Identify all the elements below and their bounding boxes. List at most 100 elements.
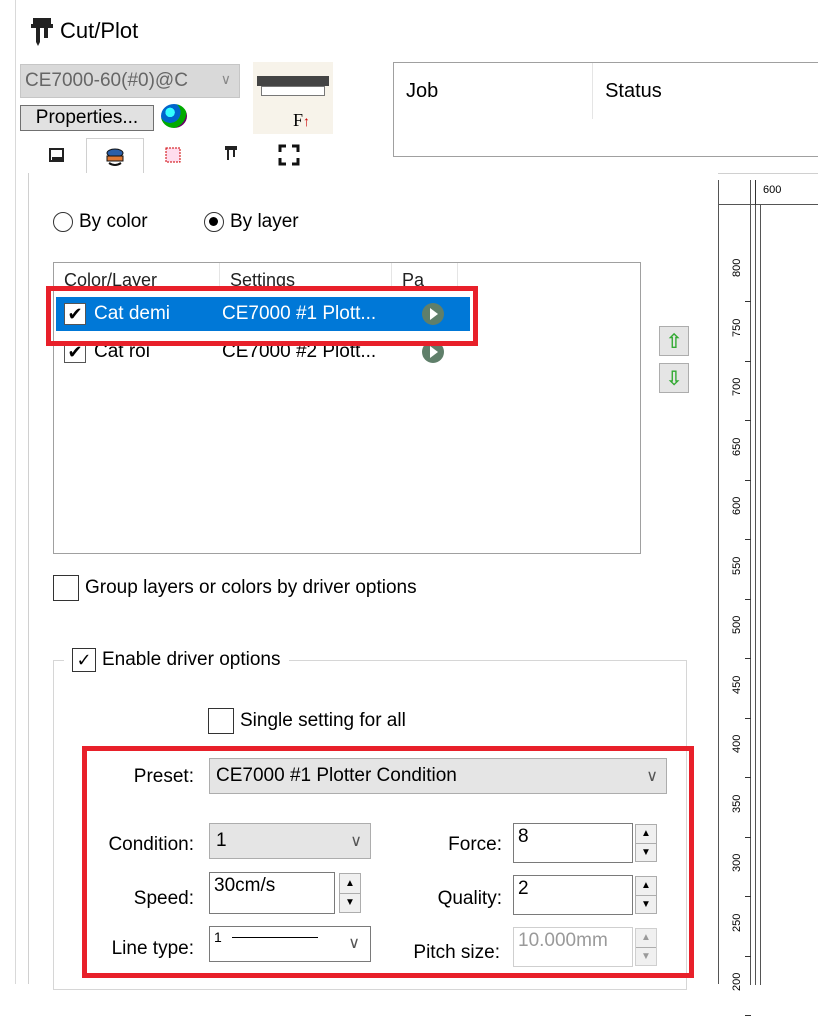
ruler-tick xyxy=(745,836,751,838)
spin-up-icon[interactable]: ▲ xyxy=(636,877,656,895)
speed-input[interactable]: 30cm/s xyxy=(209,872,335,914)
ruler-label: 700 xyxy=(731,377,743,396)
ruler-tick xyxy=(745,598,751,600)
properties-button[interactable]: Properties... xyxy=(20,105,154,131)
device-select-value: CE7000-60(#0)@C xyxy=(25,70,188,91)
preset-label: Preset: xyxy=(133,766,194,787)
left-window-edge xyxy=(0,0,16,984)
by-layer-option[interactable]: By layer xyxy=(204,208,299,236)
ruler-tick xyxy=(745,896,751,897)
chevron-down-icon: ∨ xyxy=(220,71,231,87)
group-layers-checkbox[interactable] xyxy=(53,575,79,601)
horizontal-ruler: 600 xyxy=(751,180,818,205)
force-stepper[interactable]: ▲ ▼ xyxy=(635,824,657,862)
pitch-size-stepper[interactable]: ▲ ▼ xyxy=(635,928,657,966)
ruler-top-label: 600 xyxy=(763,184,782,196)
by-color-radio[interactable] xyxy=(53,212,73,232)
title-bar: Cut/Plot xyxy=(30,14,138,48)
chevron-down-icon: ∨ xyxy=(646,768,658,785)
spin-up-icon[interactable]: ▲ xyxy=(636,929,656,947)
quality-stepper[interactable]: ▲ ▼ xyxy=(635,876,657,914)
spin-down-icon[interactable]: ▼ xyxy=(636,842,656,862)
device-select[interactable]: CE7000-60(#0)@C ∨ xyxy=(20,64,240,98)
ruler-tick xyxy=(745,539,751,540)
line-sample xyxy=(231,937,318,938)
single-setting-label: Single setting for all xyxy=(240,710,406,731)
enable-driver-checkbox[interactable]: ✓ xyxy=(72,648,96,672)
by-color-option[interactable]: By color xyxy=(53,208,148,236)
enable-driver-option[interactable]: ✓ Enable driver options xyxy=(64,645,289,675)
tab-registration[interactable] xyxy=(144,138,202,172)
spin-down-icon[interactable]: ▼ xyxy=(636,894,656,914)
ruler-tick xyxy=(745,360,751,362)
layout-tab-icon xyxy=(49,148,64,162)
ruler-label: 550 xyxy=(731,556,743,575)
condition-select[interactable]: 1 ∨ xyxy=(209,823,371,859)
group-layers-option[interactable]: Group layers or colors by driver options xyxy=(53,573,417,603)
pitch-size-input[interactable]: 10.000mm xyxy=(513,927,633,967)
line-type-select[interactable]: 1 ∨ xyxy=(209,926,371,962)
spin-down-icon[interactable]: ▼ xyxy=(636,946,656,966)
status-column-header[interactable]: Status xyxy=(593,63,818,119)
chevron-down-icon: ∨ xyxy=(348,935,360,952)
highlight-box xyxy=(46,286,478,346)
job-status-list[interactable]: Job Status xyxy=(393,62,818,157)
force-value: 8 xyxy=(518,826,529,847)
condition-value: 1 xyxy=(216,830,227,851)
spin-up-icon[interactable]: ▲ xyxy=(340,874,360,893)
plotter-preview-image: F↑ xyxy=(253,62,333,134)
ruler-label: 750 xyxy=(731,318,743,337)
vertical-ruler: 600 800 750 700 650 600 550 500 450 400 350 300 250… xyxy=(718,180,818,1016)
ruler-strip: 800 750 700 650 600 550 500 450 400 350 300 250 200 xyxy=(719,205,751,1016)
ruler-label: 200 xyxy=(731,972,743,991)
arrow-up-icon: ⇧ xyxy=(665,330,683,353)
ruler-label: 500 xyxy=(731,615,743,634)
single-setting-option[interactable]: Single setting for all xyxy=(208,706,406,736)
ruler-label: 350 xyxy=(731,794,743,813)
preset-select[interactable]: CE7000 #1 Plotter Condition ∨ xyxy=(209,758,667,794)
tab-layout[interactable] xyxy=(28,138,86,172)
preset-value: CE7000 #1 Plotter Condition xyxy=(216,765,457,786)
ruler-label: 800 xyxy=(731,258,743,277)
ruler-label: 600 xyxy=(731,496,743,515)
quality-value: 2 xyxy=(518,878,529,899)
by-color-label: By color xyxy=(79,211,148,232)
speed-stepper[interactable]: ▲ ▼ xyxy=(339,873,361,913)
ruler-tick xyxy=(745,955,751,957)
ruler-label: 300 xyxy=(731,853,743,872)
ruler-tick xyxy=(745,420,751,421)
by-layer-radio[interactable] xyxy=(204,212,224,232)
ruler-tick xyxy=(745,479,751,481)
move-up-button[interactable]: ⇧ xyxy=(659,326,689,356)
tab-blade[interactable] xyxy=(202,138,260,172)
enable-driver-label: Enable driver options xyxy=(102,649,281,670)
by-layer-label: By layer xyxy=(230,211,299,232)
ruler-tick xyxy=(745,301,751,302)
spin-down-icon[interactable]: ▼ xyxy=(340,892,360,913)
quality-input[interactable]: 2 xyxy=(513,875,633,915)
pitch-size-value: 10.000mm xyxy=(518,930,608,951)
ruler-guide xyxy=(755,205,761,985)
move-down-button[interactable]: ⇩ xyxy=(659,363,689,393)
ruler-label: 450 xyxy=(731,675,743,694)
ruler-tick xyxy=(745,777,751,778)
ruler-label: 250 xyxy=(731,913,743,932)
ruler-tick xyxy=(745,717,751,719)
job-column-header[interactable]: Job xyxy=(394,63,594,119)
window-title: Cut/Plot xyxy=(60,18,139,43)
spin-up-icon[interactable]: ▲ xyxy=(636,825,656,843)
group-layers-label: Group layers or colors by driver options xyxy=(85,577,417,598)
tab-fullscreen[interactable] xyxy=(260,138,318,172)
speed-value: 30cm/s xyxy=(214,875,276,896)
globe-icon[interactable] xyxy=(161,104,187,128)
properties-button-label: Properties... xyxy=(35,107,139,128)
layer-tab-icon xyxy=(106,148,124,166)
ruler-corner xyxy=(719,180,751,205)
tab-layers[interactable] xyxy=(86,138,144,174)
speed-label: Speed: xyxy=(133,888,194,909)
tab-strip xyxy=(28,138,318,174)
force-input[interactable]: 8 xyxy=(513,823,633,863)
single-setting-checkbox[interactable] xyxy=(208,708,234,734)
ruler-label: 400 xyxy=(731,734,743,753)
arrow-down-icon: ⇩ xyxy=(665,367,683,390)
